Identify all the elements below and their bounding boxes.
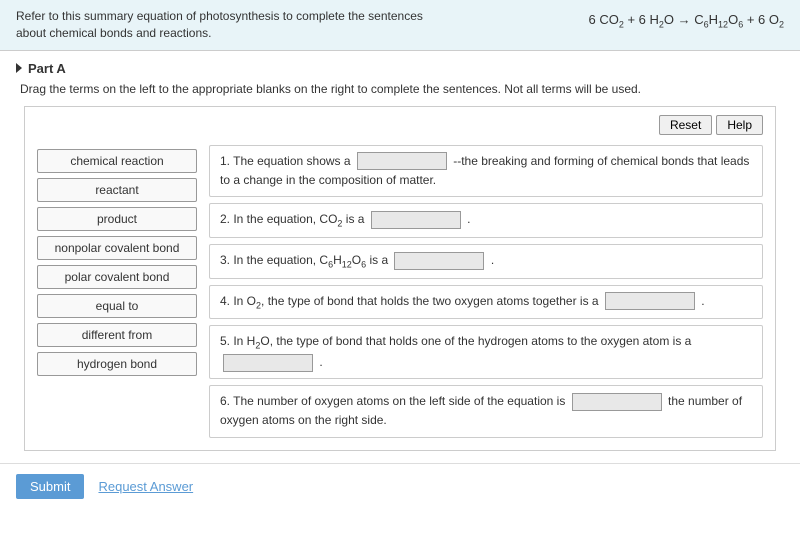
q1-blank[interactable] (357, 152, 447, 170)
q6-blank[interactable] (572, 393, 662, 411)
question-4: 4. In O2, the type of bond that holds th… (209, 285, 763, 320)
part-label: Part A (28, 61, 66, 76)
main-box: Reset Help chemical reaction reactant pr… (24, 106, 776, 451)
q4-text-1: 4. In O2, the type of bond that holds th… (220, 294, 602, 308)
q1-text-1: 1. The equation shows a (220, 154, 354, 168)
question-1: 1. The equation shows a --the breaking a… (209, 145, 763, 197)
q3-text-1: 3. In the equation, C6H12O6 is a (220, 253, 391, 267)
footer-bar: Submit Request Answer (0, 463, 800, 509)
term-product[interactable]: product (37, 207, 197, 231)
question-3: 3. In the equation, C6H12O6 is a . (209, 244, 763, 279)
header-bar: Refer to this summary equation of photos… (0, 0, 800, 51)
q5-text-1: 5. In H2O, the type of bond that holds o… (220, 334, 691, 348)
part-header: Part A (16, 61, 784, 76)
q2-text-1: 2. In the equation, CO2 is a (220, 212, 368, 226)
part-a-section: Part A Drag the terms on the left to the… (0, 51, 800, 455)
header-instruction: Refer to this summary equation of photos… (16, 8, 436, 42)
q5-blank[interactable] (223, 354, 313, 372)
reset-button[interactable]: Reset (659, 115, 712, 135)
term-reactant[interactable]: reactant (37, 178, 197, 202)
question-6: 6. The number of oxygen atoms on the lef… (209, 385, 763, 437)
header-equation: 6 CO2 + 6 H2O → C6H12O6 + 6 O2 (588, 8, 784, 33)
q2-text-2: . (467, 212, 470, 226)
term-hydrogen-bond[interactable]: hydrogen bond (37, 352, 197, 376)
collapse-triangle-icon[interactable] (16, 63, 22, 73)
request-answer-button[interactable]: Request Answer (98, 479, 193, 494)
q4-blank[interactable] (605, 292, 695, 310)
content-area: chemical reaction reactant product nonpo… (37, 145, 763, 438)
term-nonpolar-covalent-bond[interactable]: nonpolar covalent bond (37, 236, 197, 260)
help-button[interactable]: Help (716, 115, 763, 135)
drag-instructions: Drag the terms on the left to the approp… (16, 82, 784, 96)
term-chemical-reaction[interactable]: chemical reaction (37, 149, 197, 173)
q4-text-2: . (701, 294, 704, 308)
questions-column: 1. The equation shows a --the breaking a… (209, 145, 763, 438)
q5-text-2: . (319, 355, 322, 369)
question-5: 5. In H2O, the type of bond that holds o… (209, 325, 763, 379)
toolbar: Reset Help (37, 115, 763, 135)
term-different-from[interactable]: different from (37, 323, 197, 347)
question-2: 2. In the equation, CO2 is a . (209, 203, 763, 238)
q3-blank[interactable] (394, 252, 484, 270)
term-polar-covalent-bond[interactable]: polar covalent bond (37, 265, 197, 289)
terms-column: chemical reaction reactant product nonpo… (37, 145, 197, 438)
q6-text-1: 6. The number of oxygen atoms on the lef… (220, 394, 569, 408)
q3-text-2: . (491, 253, 494, 267)
submit-button[interactable]: Submit (16, 474, 84, 499)
q2-blank[interactable] (371, 211, 461, 229)
term-equal-to[interactable]: equal to (37, 294, 197, 318)
